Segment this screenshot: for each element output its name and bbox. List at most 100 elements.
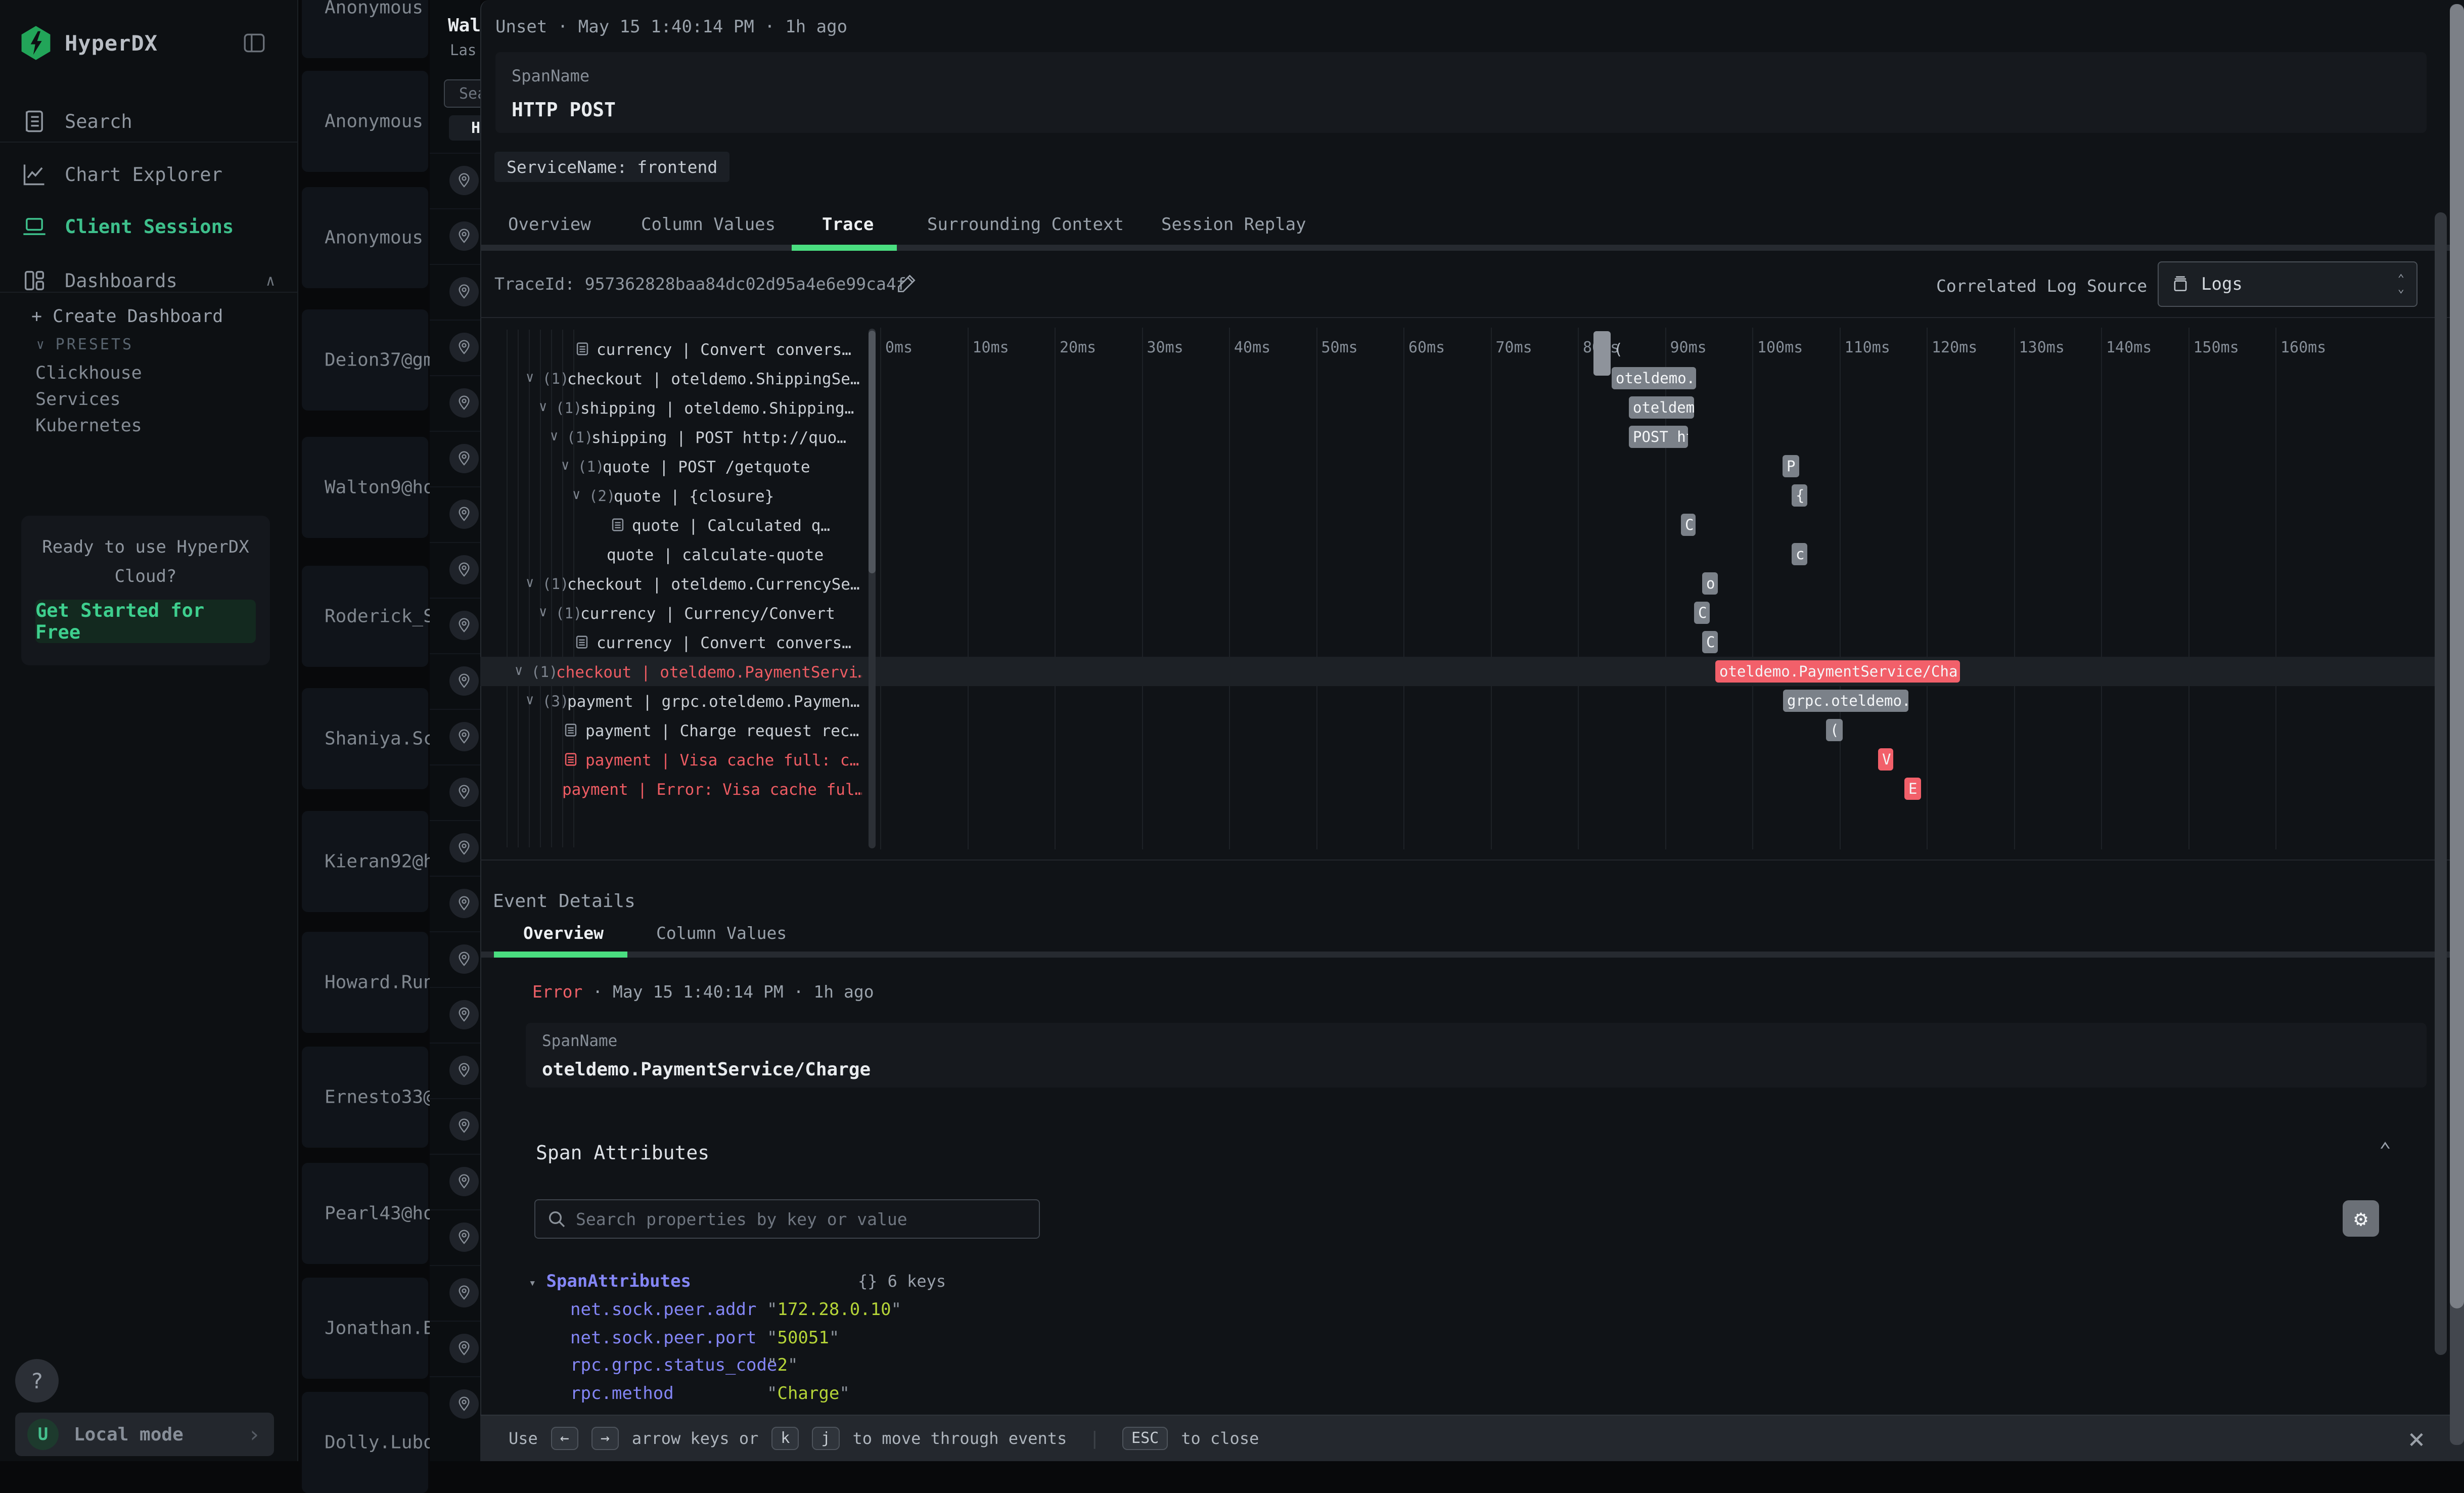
sidebar-item-dashboards[interactable]: Dashboards∧	[0, 255, 297, 306]
location-pin-icon[interactable]	[449, 1000, 479, 1029]
span-label[interactable]: shipping | oteldemo.Shipping…	[580, 399, 854, 418]
trace-row[interactable]: ∨(1)checkout | oteldemo.CurrencySe…o	[0, 569, 2435, 598]
span-duration-bar[interactable]: P	[1783, 455, 1799, 477]
span-label[interactable]: checkout | oteldemo.ShippingSe…	[567, 370, 860, 388]
create-dashboard-button[interactable]: + Create Dashboard	[31, 306, 223, 327]
span-duration-bar[interactable]: C	[1694, 602, 1710, 624]
span-duration-bar[interactable]: (	[1826, 719, 1843, 741]
sidebar-item-chart-explorer[interactable]: Chart Explorer	[0, 149, 297, 200]
j-key[interactable]: j	[812, 1427, 839, 1450]
trace-row[interactable]: payment | Error: Visa cache ful…E	[0, 774, 2435, 803]
waterfall-scrollbar[interactable]	[869, 329, 876, 848]
location-pin-icon[interactable]	[449, 1111, 479, 1141]
span-duration-bar[interactable]: oteldemo.PaymentService/Char	[1715, 660, 1960, 683]
trace-row[interactable]: ∨(1)checkout | oteldemo.PaymentServi…ote…	[0, 657, 2435, 686]
collapse-section-icon[interactable]: ⌃	[2379, 1139, 2391, 1162]
session-card[interactable]: Ernesto33@	[302, 1047, 428, 1148]
span-duration-bar[interactable]: oteldemo.	[1612, 367, 1696, 389]
collapse-chevron-icon[interactable]: ∨	[572, 487, 580, 503]
span-label[interactable]: shipping | POST http://quo…	[591, 429, 846, 447]
local-mode-menu[interactable]: U Local mode ›	[15, 1413, 274, 1456]
collapse-chevron-icon[interactable]: ∨	[526, 575, 534, 591]
location-pin-icon[interactable]	[449, 277, 479, 306]
location-pin-icon[interactable]	[449, 1056, 479, 1085]
location-pin-icon[interactable]	[449, 1389, 479, 1419]
attribute-search-input[interactable]: Search properties by key or value	[534, 1199, 1040, 1239]
span-label[interactable]: payment | Visa cache full: c…	[585, 751, 859, 770]
trace-row[interactable]: quote | calculate-quote c	[0, 539, 2435, 569]
k-key[interactable]: k	[771, 1427, 799, 1450]
span-duration-bar[interactable]: grpc.oteldemo.	[1783, 690, 1908, 712]
tab-column-values[interactable]: Column Values	[641, 214, 775, 235]
collapse-chevron-icon[interactable]: ∨	[561, 458, 569, 473]
span-label[interactable]: quote | Calculated q…	[632, 517, 830, 535]
trace-row[interactable]: ∨(1)quote | POST /getquoteP	[0, 451, 2435, 481]
span-label[interactable]: payment | grpc.oteldemo.Paymen…	[567, 693, 860, 711]
location-pin-icon[interactable]	[449, 833, 479, 863]
panel-scrollbar-thumb[interactable]	[2450, 4, 2464, 1308]
session-card[interactable]: Anonymous	[302, 187, 428, 288]
session-card[interactable]: Anonymous	[302, 0, 428, 58]
span-label[interactable]: payment | Error: Visa cache ful…	[562, 781, 862, 799]
panel-scrollbar[interactable]	[2450, 4, 2464, 1445]
span-duration-bar[interactable]: C	[1702, 631, 1718, 653]
span-duration-bar[interactable]: c	[1792, 543, 1807, 565]
arrow-left-key[interactable]: ←	[551, 1427, 578, 1450]
span-label[interactable]: currency | Convert convers…	[597, 634, 851, 652]
peek-button[interactable]: H	[449, 115, 480, 141]
collapse-chevron-icon[interactable]: ∨	[526, 692, 534, 708]
location-pin-icon[interactable]	[449, 889, 479, 918]
collapse-chevron-icon[interactable]: ∨	[539, 399, 547, 415]
trace-row[interactable]: quote | Calculated q… C	[0, 510, 2435, 539]
close-icon[interactable]: ×	[2396, 1419, 2437, 1459]
arrow-right-key[interactable]: →	[591, 1427, 619, 1450]
span-label[interactable]: checkout | oteldemo.PaymentServi…	[556, 663, 862, 682]
peek-search-input[interactable]: Sea	[444, 79, 480, 108]
gear-icon[interactable]: ⚙	[2343, 1200, 2379, 1237]
span-label[interactable]: quote | calculate-quote	[607, 546, 824, 564]
span-duration-bar[interactable]: oteldemo.S	[1629, 396, 1694, 419]
sidebar-item-search[interactable]: Search	[0, 96, 297, 147]
trace-row[interactable]: payment | Charge request rec… (	[0, 715, 2435, 745]
trace-row[interactable]: currency | Convert convers… C	[0, 627, 2435, 657]
attribute-row[interactable]: net.sock.peer.addr"172.28.0.10"	[570, 1299, 756, 1320]
tab-overview[interactable]: Overview	[508, 214, 591, 235]
span-label[interactable]: quote | POST /getquote	[603, 458, 810, 476]
collapse-chevron-icon[interactable]: ∨	[550, 428, 558, 444]
session-card[interactable]: Pearl43@ho	[302, 1163, 428, 1264]
span-label[interactable]: payment | Charge request rec…	[585, 722, 859, 740]
attribute-tree-root[interactable]: ▾ SpanAttributes {} 6 keys	[529, 1271, 946, 1291]
span-duration-bar[interactable]: o	[1702, 572, 1718, 595]
attribute-row[interactable]: net.sock.peer.port"50051"	[570, 1328, 756, 1348]
span-label[interactable]: currency | Convert convers…	[597, 341, 851, 359]
trace-row[interactable]: ∨(1)shipping | oteldemo.Shipping…oteldem…	[0, 393, 2435, 422]
scrollbar-thumb[interactable]	[869, 331, 876, 573]
tab-session-replay[interactable]: Session Replay	[1161, 214, 1306, 235]
ed-tab-column-values[interactable]: Column Values	[656, 923, 787, 943]
service-name-tag[interactable]: ServiceName: frontend	[494, 152, 729, 182]
content-scrollbar-track[interactable]	[2435, 212, 2447, 1355]
esc-key[interactable]: ESC	[1122, 1427, 1168, 1450]
collapse-sidebar-icon[interactable]	[242, 30, 267, 56]
attribute-row[interactable]: rpc.method"Charge"	[570, 1383, 674, 1404]
location-pin-icon[interactable]	[449, 1278, 479, 1307]
session-card[interactable]: Dolly.Lubo	[302, 1392, 428, 1493]
edit-icon[interactable]	[896, 272, 918, 294]
location-pin-icon[interactable]	[449, 1223, 479, 1252]
location-pin-icon[interactable]	[449, 221, 479, 251]
session-card[interactable]: Jonathan.B	[302, 1278, 428, 1379]
span-duration-bar[interactable]: C	[1681, 514, 1696, 536]
trace-row[interactable]: ∨(1)checkout | oteldemo.ShippingSe…oteld…	[0, 364, 2435, 393]
span-duration-bar[interactable]: POST htt	[1629, 426, 1688, 448]
trace-row[interactable]: ∨(2)quote | {closure}{	[0, 481, 2435, 510]
trace-row[interactable]: ∨(3)payment | grpc.oteldemo.Paymen…grpc.…	[0, 686, 2435, 715]
session-card[interactable]: Kieran92@h	[302, 811, 428, 912]
trace-row[interactable]: ∨(1)shipping | POST http://quo…POST htt	[0, 422, 2435, 451]
span-label[interactable]: checkout | oteldemo.CurrencySe…	[567, 575, 860, 594]
trace-row[interactable]: currency | Convert convers…(	[0, 334, 2435, 364]
span-label[interactable]: currency | Currency/Convert	[580, 605, 835, 623]
location-pin-icon[interactable]	[449, 166, 479, 195]
timeline-scrub-handle[interactable]	[1593, 331, 1611, 376]
log-source-select[interactable]: Logs ⌃⌄	[2158, 261, 2417, 307]
sidebar-item-client-sessions[interactable]: Client Sessions	[0, 201, 297, 252]
